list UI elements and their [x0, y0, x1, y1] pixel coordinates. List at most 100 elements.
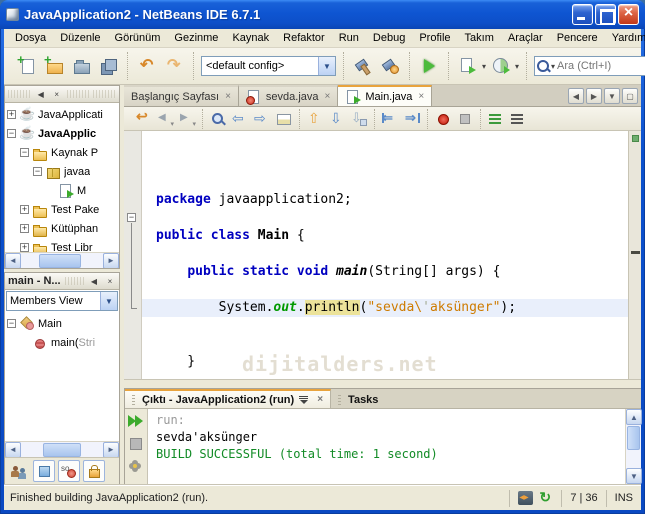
- expand-icon[interactable]: +: [20, 205, 29, 214]
- last-edit-location-button[interactable]: [133, 108, 153, 129]
- menu-item-12[interactable]: Yardım: [605, 30, 645, 46]
- error-stripe[interactable]: [628, 131, 641, 379]
- code-line-9[interactable]: [142, 335, 628, 353]
- menu-item-10[interactable]: Araçlar: [501, 30, 550, 46]
- search-dropdown-icon[interactable]: ▾: [551, 62, 555, 71]
- code-area[interactable]: dijitalders.net package javaapplication2…: [142, 131, 628, 379]
- scroll-track[interactable]: [21, 253, 103, 269]
- scroll-right-icon[interactable]: ►: [103, 252, 119, 268]
- projects-panel-header[interactable]: ◀ ×: [5, 86, 119, 103]
- find-next-button[interactable]: [252, 109, 272, 129]
- menu-item-4[interactable]: Kaynak: [225, 30, 276, 46]
- code-line-2[interactable]: [142, 209, 628, 227]
- editor-gutter[interactable]: −: [124, 131, 142, 379]
- menu-item-7[interactable]: Debug: [366, 30, 412, 46]
- titlebar[interactable]: JavaApplication2 - NetBeans IDE 6.7.1: [0, 0, 645, 29]
- build-project-button[interactable]: [351, 54, 375, 78]
- editor-tab-1[interactable]: sevda.java ×: [238, 85, 339, 106]
- forward-history-button[interactable]: [177, 109, 197, 129]
- next-occurrence-button[interactable]: [327, 109, 347, 129]
- scroll-left-icon[interactable]: ◄: [5, 252, 21, 268]
- search-icon[interactable]: [535, 58, 551, 74]
- panel-close-icon[interactable]: ×: [104, 277, 116, 286]
- navigator-combo-arrow-icon[interactable]: ▼: [100, 292, 117, 310]
- code-line-10[interactable]: }: [142, 353, 628, 371]
- back-history-button[interactable]: [155, 109, 175, 129]
- show-non-public-filter-button[interactable]: [83, 460, 105, 482]
- scroll-down-icon[interactable]: ▼: [626, 468, 642, 484]
- show-static-filter-button[interactable]: [58, 460, 80, 482]
- maximize-button[interactable]: [595, 4, 616, 25]
- navigator-tree-item-1[interactable]: main(Stri: [5, 333, 119, 352]
- toggle-highlight-button[interactable]: [274, 109, 294, 129]
- shift-left-button[interactable]: [380, 109, 400, 129]
- expand-icon[interactable]: +: [7, 110, 16, 119]
- rerun-button[interactable]: [127, 411, 146, 430]
- code-line-6[interactable]: [142, 281, 628, 299]
- navigator-tree-item-0[interactable]: − Main: [5, 314, 119, 333]
- close-button[interactable]: [618, 4, 639, 25]
- project-tree-item-1[interactable]: − JavaApplic: [5, 124, 119, 143]
- fold-toggle-icon[interactable]: −: [127, 213, 136, 222]
- scroll-left-icon[interactable]: ◄: [5, 441, 21, 458]
- comment-button[interactable]: [486, 109, 506, 129]
- scroll-thumb[interactable]: [627, 426, 640, 450]
- shift-right-button[interactable]: [402, 109, 422, 129]
- find-selection-button[interactable]: [208, 109, 228, 129]
- project-tree-item-2[interactable]: − Kaynak P: [5, 143, 119, 162]
- undo-button[interactable]: [135, 54, 159, 78]
- output-tab-0[interactable]: Çıktı - JavaApplication2 (run) ×: [125, 389, 332, 408]
- uncomment-button[interactable]: [508, 109, 528, 129]
- new-file-button[interactable]: [15, 52, 39, 78]
- collapse-icon[interactable]: −: [7, 129, 16, 138]
- scroll-tabs-right-icon[interactable]: ▶: [586, 88, 602, 104]
- code-line-11[interactable]: [142, 371, 628, 379]
- code-line-8[interactable]: [142, 317, 628, 335]
- editor-sync-icon[interactable]: [518, 491, 534, 505]
- output-options-dropdown-icon[interactable]: [299, 395, 310, 405]
- debug-project-dropdown-icon[interactable]: ▾: [482, 62, 486, 71]
- project-tree-item-3[interactable]: − javaa: [5, 162, 119, 181]
- run-macro-button[interactable]: [455, 109, 475, 129]
- output-tab-1[interactable]: Tasks: [331, 389, 385, 408]
- save-all-button[interactable]: [96, 54, 120, 78]
- show-fields-filter-button[interactable]: [33, 460, 55, 482]
- scroll-tabs-left-icon[interactable]: ◀: [568, 88, 584, 104]
- output-text-area[interactable]: run: sevda'aksünger BUILD SUCCESSFUL (tota…: [148, 409, 625, 484]
- run-project-button[interactable]: [417, 54, 441, 78]
- clean-build-project-button[interactable]: [378, 54, 402, 78]
- new-project-button[interactable]: [42, 52, 66, 78]
- navigator-panel-header[interactable]: main - N... ◀ ×: [5, 273, 119, 290]
- menu-item-2[interactable]: Görünüm: [108, 30, 168, 46]
- project-tree-item-0[interactable]: + JavaApplicati: [5, 105, 119, 124]
- scroll-right-icon[interactable]: ►: [103, 441, 119, 458]
- menu-item-6[interactable]: Run: [332, 30, 366, 46]
- quick-search-box[interactable]: ▾: [534, 56, 645, 76]
- project-tree-item-7[interactable]: + Test Libr: [5, 238, 119, 252]
- panel-minimize-icon[interactable]: ◀: [88, 277, 100, 286]
- config-combo-arrow-icon[interactable]: ▼: [318, 57, 335, 75]
- redo-button[interactable]: [162, 54, 186, 78]
- code-line-5[interactable]: public static void main(String[] args) {: [142, 263, 628, 281]
- menu-item-8[interactable]: Profile: [412, 30, 457, 46]
- minimize-button[interactable]: [572, 4, 593, 25]
- project-tree-item-6[interactable]: + Kütüphan: [5, 219, 119, 238]
- tab-close-icon[interactable]: ×: [225, 91, 231, 102]
- scroll-track[interactable]: [21, 442, 103, 458]
- record-macro-button[interactable]: [433, 109, 453, 129]
- code-line-7[interactable]: System.out.println("sevda\'aksünger");: [142, 299, 628, 317]
- scroll-track[interactable]: [626, 425, 641, 468]
- stop-run-button[interactable]: [127, 434, 146, 453]
- scanning-icon[interactable]: [537, 489, 553, 506]
- output-vscrollbar[interactable]: ▲ ▼: [625, 409, 642, 484]
- menu-item-3[interactable]: Gezinme: [167, 30, 225, 46]
- ant-settings-button[interactable]: [127, 457, 146, 476]
- menu-item-1[interactable]: Düzenle: [53, 30, 107, 46]
- menu-item-9[interactable]: Takım: [458, 30, 501, 46]
- open-project-button[interactable]: [69, 54, 93, 78]
- find-previous-button[interactable]: [230, 109, 250, 129]
- code-line-4[interactable]: [142, 245, 628, 263]
- previous-occurrence-button[interactable]: [305, 109, 325, 129]
- editor-tab-2[interactable]: Main.java ×: [338, 85, 433, 106]
- tab-close-icon[interactable]: ×: [317, 394, 323, 405]
